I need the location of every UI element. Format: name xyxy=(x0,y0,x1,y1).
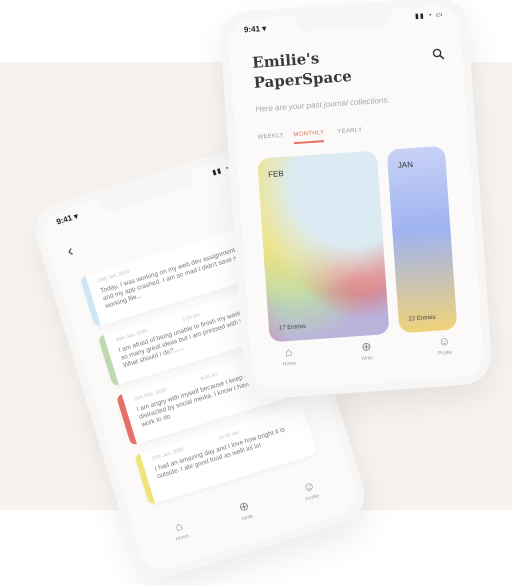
plus-icon: ⊕ xyxy=(360,339,372,354)
status-time-text: 9:41 xyxy=(55,213,74,227)
entry-time: 9:00 am xyxy=(199,371,220,383)
location-icon: ▾ xyxy=(72,211,80,222)
tab-home[interactable]: ⌂ Home xyxy=(158,514,203,547)
card-month-label: JAN xyxy=(397,159,414,170)
user-icon: ☺ xyxy=(437,333,451,349)
home-icon: ⌂ xyxy=(284,344,293,360)
tab-profile[interactable]: ☺ Profile xyxy=(288,474,333,507)
tab-profile-label: Profile xyxy=(437,349,453,357)
collection-card-jan[interactable]: JAN 22 Entries xyxy=(386,145,458,334)
page-title: Emilie's PaperSpace xyxy=(251,49,353,92)
card-entry-count: 22 Entries xyxy=(408,314,436,323)
tab-home-label: Home xyxy=(282,360,297,368)
tab-weekly[interactable]: WEEKLY xyxy=(257,133,284,141)
entry-time: 5:00 pm xyxy=(181,312,201,324)
tab-write[interactable]: ⊕ Write xyxy=(346,338,387,363)
period-tabs: WEEKLY MONTHLY YEARLY xyxy=(257,124,418,149)
back-icon[interactable]: ‹ xyxy=(65,243,75,262)
card-month-label: FEB xyxy=(267,168,284,180)
location-icon: ▾ xyxy=(261,23,267,34)
tab-home[interactable]: ⌂ Home xyxy=(268,344,309,369)
collections-phone: 9:41 ▾ ▮▮ ◔ ▭ Emilie's PaperSpace Here a… xyxy=(218,0,494,401)
page-subtitle: Here are your past journal collections. xyxy=(255,95,390,114)
tab-write-label: Write xyxy=(361,355,374,363)
search-icon[interactable] xyxy=(432,48,445,61)
collections-screen: 9:41 ▾ ▮▮ ◔ ▭ Emilie's PaperSpace Here a… xyxy=(227,4,485,392)
status-icons: ▮▮ ◔ ▭ xyxy=(414,11,444,21)
status-time-text: 9:41 xyxy=(243,24,261,35)
active-tab-underline xyxy=(293,140,324,144)
status-time: 9:41 ▾ xyxy=(244,24,267,35)
phone-notch xyxy=(295,9,393,32)
collection-card-feb[interactable]: FEB 17 Entries xyxy=(257,150,390,343)
tab-profile[interactable]: ☺ Profile xyxy=(424,333,465,358)
tab-monthly[interactable]: MONTHLY xyxy=(293,130,324,138)
tab-write[interactable]: ⊕ Write xyxy=(223,494,268,527)
status-time: 9:41 ▾ xyxy=(55,211,79,226)
tab-yearly[interactable]: YEARLY xyxy=(337,127,362,135)
card-entry-count: 17 Entries xyxy=(278,323,307,332)
